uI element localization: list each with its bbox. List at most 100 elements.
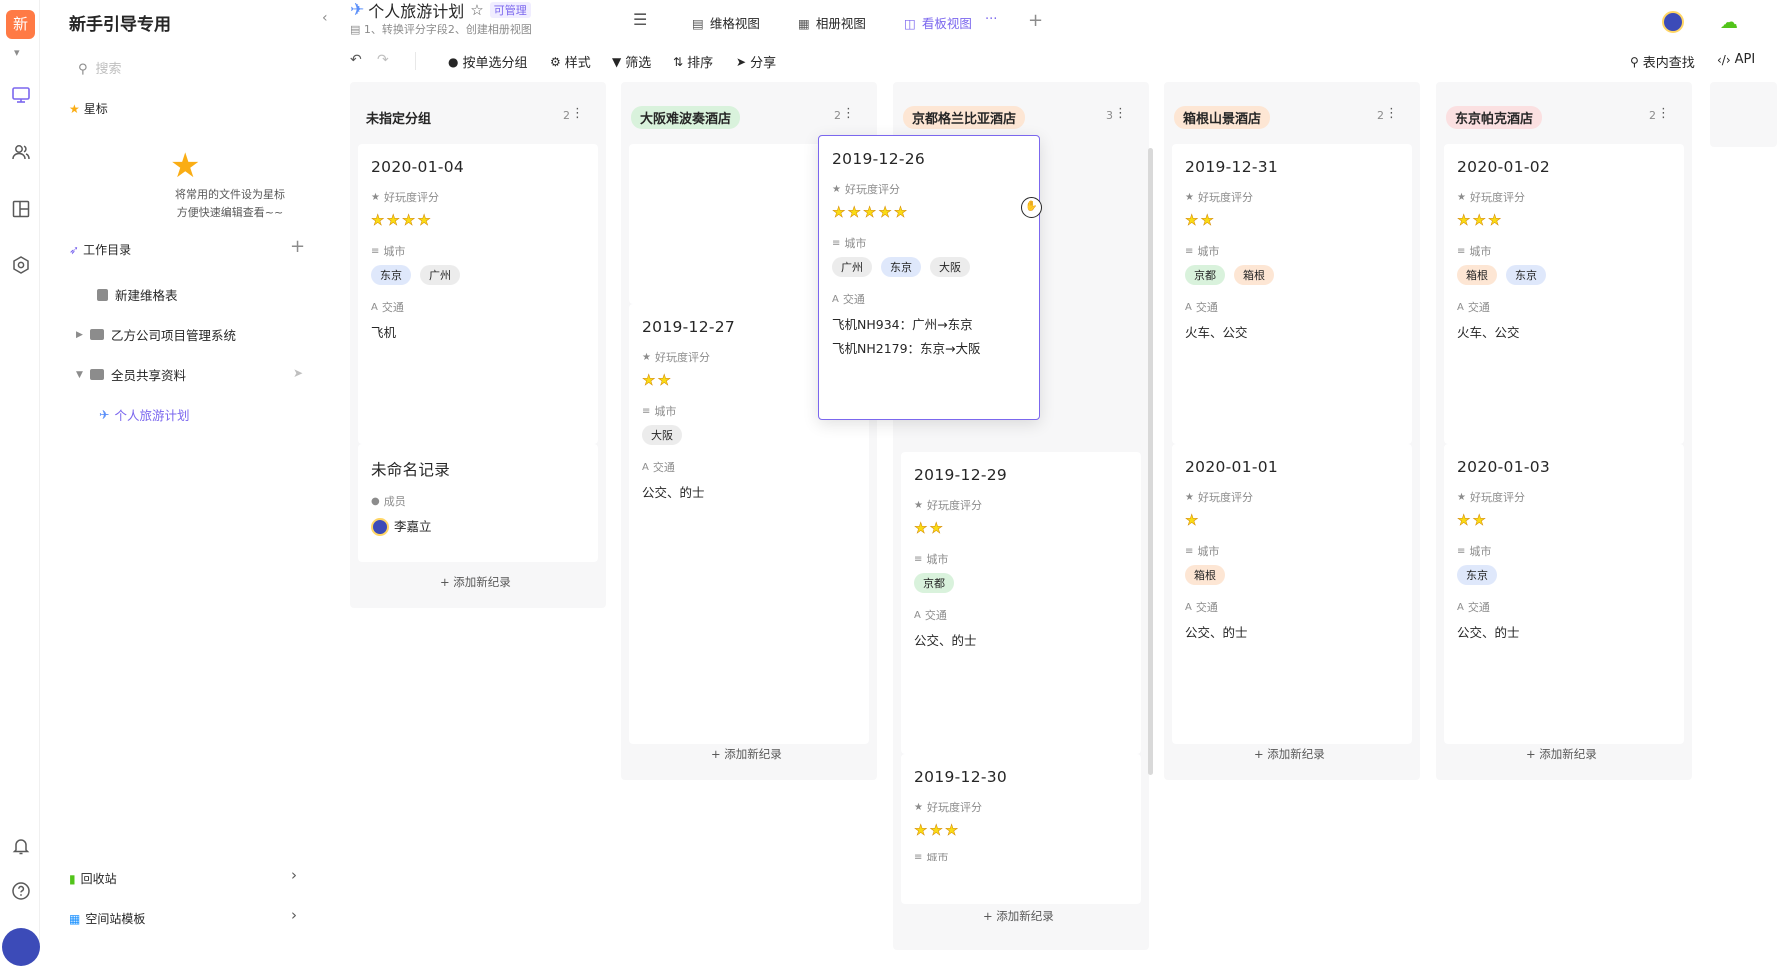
record-card[interactable]: 2020-01-04 ★ 好玩度评分 ★★★★ ≡ 城市 东京 广州 A 交通 飞机 — [358, 144, 598, 444]
search-input[interactable]: ⚲ 搜索 — [78, 58, 122, 77]
city-chip: 广州 — [832, 257, 872, 277]
transport-value: 公交、的士 — [1457, 625, 1520, 640]
add-record-button[interactable]: + 添加新纪录 — [983, 908, 1054, 924]
field-label: ★ 好玩度评分 — [371, 191, 439, 204]
add-node-button[interactable]: + — [290, 236, 305, 257]
folder-icon — [90, 369, 104, 380]
filter-button[interactable]: ▼ 筛选 — [612, 52, 651, 72]
tab-grid-view[interactable]: ▤ 维格视图 — [692, 13, 760, 32]
tree-item-new-sheet[interactable]: 新建维格表 — [97, 285, 178, 304]
share-button[interactable]: ➤ 分享 — [736, 52, 776, 72]
field-label: ≡ 城市 — [914, 553, 949, 566]
user-avatar[interactable] — [2, 928, 40, 966]
tree-item-shared[interactable]: ▼ 全员共享资料 — [76, 365, 186, 384]
transport-value: 飞机NH2179：东京→大阪 — [832, 341, 981, 356]
list-icon: ≡ — [1185, 545, 1194, 557]
filter-icon: ▼ — [612, 54, 622, 69]
column-title[interactable]: 京都格兰比亚酒店 — [903, 105, 1026, 129]
workbench-icon[interactable] — [11, 85, 31, 105]
api-button[interactable]: ‹/› API — [1717, 52, 1755, 67]
column-title[interactable]: 箱根山景酒店 — [1174, 105, 1271, 129]
tab-kanban-view[interactable]: ◫ 看板视图 — [904, 13, 972, 32]
dragging-record-card[interactable]: 2019-12-26 ★ 好玩度评分 ★★★★★ ≡ 城市 广州 东京 大阪 A 交通 飞… — [818, 135, 1040, 420]
record-card[interactable]: 2019-12-31 ★ 好玩度评分 ★★ ≡ 城市 京都 箱根 A 交通 火车、公交 — [1172, 144, 1412, 444]
add-record-button[interactable]: + 添加新纪录 — [1254, 746, 1325, 762]
cloud-sync-icon[interactable]: ☁ — [1720, 12, 1738, 33]
text-icon: A — [1457, 301, 1464, 313]
bell-icon[interactable] — [11, 836, 31, 856]
sort-button[interactable]: ⇅ 排序 — [673, 52, 713, 72]
rating-stars: ★★ — [914, 519, 945, 538]
group-by-button[interactable]: ● 按单选分组 — [448, 52, 528, 72]
add-record-button[interactable]: + 添加新纪录 — [711, 746, 782, 762]
tab-gallery-view[interactable]: ▦ 相册视图 — [798, 13, 866, 32]
chevron-right-icon[interactable]: › — [291, 906, 297, 924]
record-card[interactable]: 2020-01-03 ★ 好玩度评分 ★★ ≡ 城市 东京 A 交通 公交、的士 — [1444, 444, 1684, 744]
sidebar: 新手引导专用 ‹ ⚲ 搜索 ★ 星标 ★ 将常用的文件设为星标 方便快速编辑查看~~ … — [40, 0, 328, 950]
city-chips: 京都 — [914, 573, 1128, 593]
rating-stars: ★★★★ — [371, 211, 433, 230]
city-chip: 大阪 — [642, 425, 682, 445]
record-card[interactable]: 2020-01-02 ★ 好玩度评分 ★★★ ≡ 城市 箱根 东京 A 交通 火车、公交 — [1444, 144, 1684, 444]
field-label: A 交通 — [1457, 601, 1490, 614]
view-list-icon[interactable]: ☰ — [633, 10, 647, 29]
column-count: 2 — [563, 109, 570, 122]
view-more-icon[interactable]: ··· — [985, 12, 997, 27]
record-card[interactable]: 2019-12-30 ★ 好玩度评分 ★★★ ≡ 城市 — [901, 754, 1141, 904]
record-card[interactable]: 未命名记录 ● 成员 李嘉立 — [358, 444, 598, 562]
starred-heading: ★ 星标 — [69, 102, 108, 116]
sheet-description[interactable]: ▤ 1、转换评分字段2、创建相册视图 — [350, 21, 532, 37]
add-record-button[interactable]: + 添加新纪录 — [440, 574, 511, 590]
chevron-right-icon[interactable]: ▶ — [76, 330, 90, 340]
card-title: 2019-12-29 — [914, 466, 1008, 484]
sheet-title: ✈ 个人旅游计划 ☆ 可管理 — [350, 0, 531, 22]
transport-value: 公交、的士 — [914, 633, 977, 648]
column-scrollbar[interactable] — [1148, 148, 1153, 775]
tree-item-project-system[interactable]: ▶ 乙方公司项目管理系统 — [76, 325, 236, 344]
record-card[interactable]: 2019-12-29 ★ 好玩度评分 ★★ ≡ 城市 京都 A 交通 公交、的士 — [901, 452, 1141, 754]
undo-icon[interactable]: ↶ — [350, 52, 362, 68]
chevron-down-icon[interactable]: ▼ — [76, 370, 90, 380]
chevron-down-icon[interactable]: ▾ — [14, 46, 20, 59]
recycle-bin-link[interactable]: ▮ 回收站 — [69, 870, 117, 887]
find-in-table-button[interactable]: ⚲ 表内查找 — [1630, 52, 1695, 72]
space-name[interactable]: 新手引导专用 — [69, 10, 171, 35]
settings-icon[interactable] — [11, 255, 31, 275]
star-outline-icon[interactable]: ☆ — [470, 1, 483, 19]
column-more-icon[interactable]: ⋮ — [1114, 106, 1127, 121]
list-icon: ≡ — [1457, 545, 1466, 557]
member-value: 李嘉立 — [371, 515, 585, 539]
column-title[interactable]: 大阪难波奏酒店 — [631, 105, 741, 129]
column-title[interactable]: 东京帕克酒店 — [1446, 105, 1543, 129]
redo-icon[interactable]: ↷ — [377, 52, 389, 68]
templates-icon[interactable] — [11, 199, 31, 219]
members-icon[interactable] — [11, 142, 31, 162]
star-icon: ★ — [1457, 191, 1466, 203]
transport-value: 飞机 — [371, 325, 397, 340]
column-more-icon[interactable]: ⋮ — [1385, 106, 1398, 121]
style-button[interactable]: ⚙ 样式 — [550, 52, 591, 72]
tree-item-travel-plan[interactable]: ✈ 个人旅游计划 — [99, 405, 190, 424]
template-icon: ▦ — [69, 911, 81, 926]
column-more-icon[interactable]: ⋮ — [1657, 106, 1670, 121]
space-logo[interactable]: 新 — [6, 10, 35, 39]
chevron-right-icon[interactable]: › — [291, 866, 297, 884]
column-more-icon[interactable]: ⋮ — [842, 106, 855, 121]
record-card[interactable]: 2020-01-01 ★ 好玩度评分 ★ ≡ 城市 箱根 A 交通 公交、的士 — [1172, 444, 1412, 744]
field-label: ≡ 城市 — [1185, 245, 1220, 258]
add-record-button[interactable]: + 添加新纪录 — [1526, 746, 1597, 762]
collapse-sidebar-icon[interactable]: ‹ — [322, 10, 328, 26]
column-more-icon[interactable]: ⋮ — [571, 106, 584, 121]
add-view-button[interactable]: + — [1028, 10, 1043, 31]
help-icon[interactable] — [11, 881, 31, 901]
collaborator-avatar[interactable] — [1662, 11, 1684, 33]
field-label: ★ 好玩度评分 — [1457, 491, 1525, 504]
city-chips: 箱根 — [1185, 565, 1399, 585]
card-title: 2020-01-02 — [1457, 158, 1551, 176]
field-label: A 交通 — [1185, 601, 1218, 614]
starred-empty-tip: 将常用的文件设为星标 方便快速编辑查看~~ — [175, 188, 285, 219]
column-title[interactable]: 未指定分组 — [366, 106, 431, 128]
gear-icon: ⚙ — [550, 54, 561, 69]
space-templates-link[interactable]: ▦ 空间站模板 — [69, 910, 145, 927]
send-icon: ➤ — [736, 54, 747, 69]
